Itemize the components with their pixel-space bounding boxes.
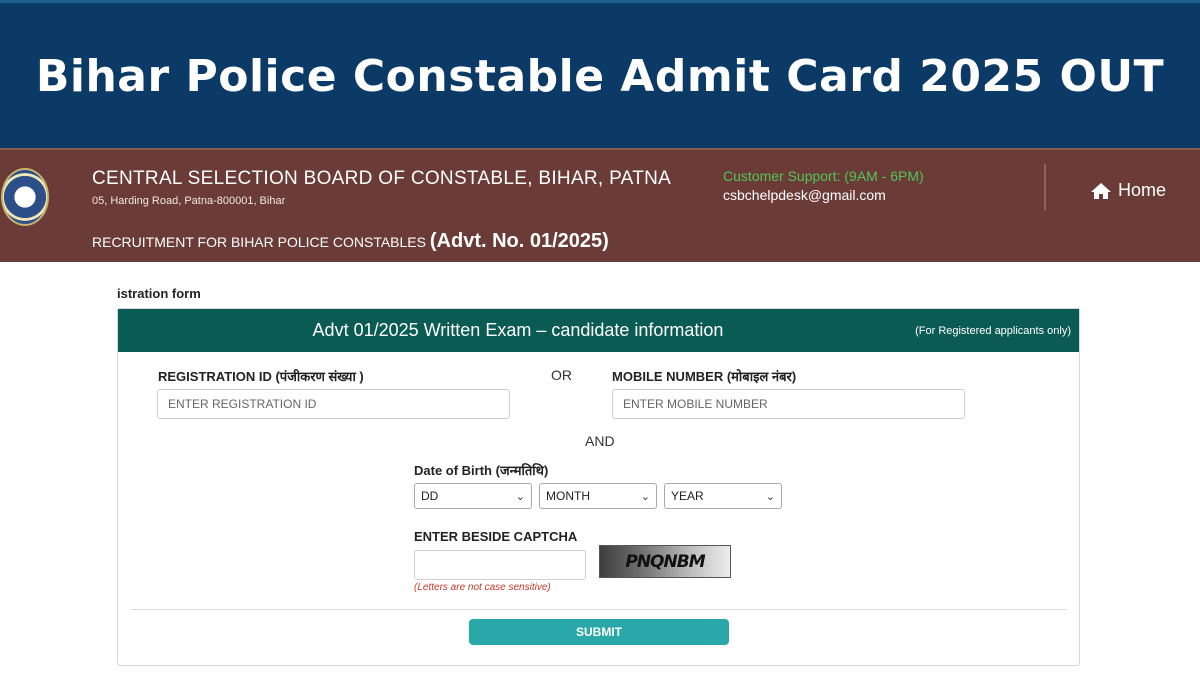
banner-title: Bihar Police Constable Admit Card 2025 O… — [35, 51, 1165, 102]
dob-year-value: YEAR — [671, 489, 704, 503]
dob-day-value: DD — [421, 489, 439, 503]
captcha-label: ENTER BESIDE CAPTCHA — [414, 529, 578, 544]
registration-id-input[interactable]: ENTER REGISTRATION ID — [157, 389, 510, 419]
advt-number: (Advt. No. 01/2025) — [429, 230, 609, 252]
form-divider — [131, 609, 1067, 610]
dob-month-value: MONTH — [546, 489, 590, 503]
header-divider — [1044, 164, 1046, 210]
home-label: Home — [1118, 180, 1167, 200]
emblem-logo — [1, 168, 49, 226]
support-email[interactable]: csbchelpdesk@gmail.com — [723, 187, 886, 203]
dob-month-select[interactable]: MONTH ⌄ — [539, 483, 657, 509]
chevron-down-icon: ⌄ — [765, 490, 775, 503]
support-hours: Customer Support: (9AM - 6PM) — [723, 168, 924, 184]
org-name: CENTRAL SELECTION BOARD OF CONSTABLE, BI… — [92, 168, 672, 189]
recruitment-prefix: RECRUITMENT FOR BIHAR POLICE CONSTABLES — [92, 234, 430, 250]
mobile-number-label: MOBILE NUMBER (मोबाइल नंबर) — [612, 369, 797, 384]
registration-id-label: REGISTRATION ID (पंजीकरण संख्या ) — [158, 369, 364, 384]
submit-button[interactable]: SUBMIT — [469, 619, 729, 645]
panel-header: Advt 01/2025 Written Exam – candidate in… — [118, 309, 1079, 352]
captcha-input[interactable] — [414, 550, 586, 580]
dob-year-select[interactable]: YEAR ⌄ — [664, 483, 782, 509]
org-address: 05, Harding Road, Patna-800001, Bihar — [92, 195, 286, 207]
chevron-down-icon: ⌄ — [640, 490, 650, 503]
and-separator: AND — [585, 433, 615, 449]
title-banner: Bihar Police Constable Admit Card 2025 O… — [0, 0, 1200, 148]
panel-note: (For Registered applicants only) — [915, 325, 1071, 337]
candidate-form-panel: Advt 01/2025 Written Exam – candidate in… — [117, 308, 1080, 666]
home-link[interactable]: Home — [1090, 180, 1166, 201]
panel-title: Advt 01/2025 Written Exam – candidate in… — [312, 320, 724, 340]
home-icon — [1090, 182, 1112, 200]
or-separator: OR — [551, 367, 572, 383]
dob-day-select[interactable]: DD ⌄ — [414, 483, 532, 509]
mobile-number-input[interactable]: ENTER MOBILE NUMBER — [612, 389, 965, 419]
chevron-down-icon: ⌄ — [515, 490, 525, 503]
recruitment-heading: RECRUITMENT FOR BIHAR POLICE CONSTABLES … — [92, 230, 609, 253]
captcha-code: PNQNBM — [625, 551, 705, 572]
captcha-image: PNQNBM — [599, 545, 731, 578]
captcha-hint: (Letters are not case sensitive) — [414, 582, 551, 593]
site-header: CENTRAL SELECTION BOARD OF CONSTABLE, BI… — [0, 148, 1200, 262]
form-caption: istration form — [117, 286, 201, 301]
dob-label: Date of Birth (जन्मतिथि) — [414, 463, 549, 478]
